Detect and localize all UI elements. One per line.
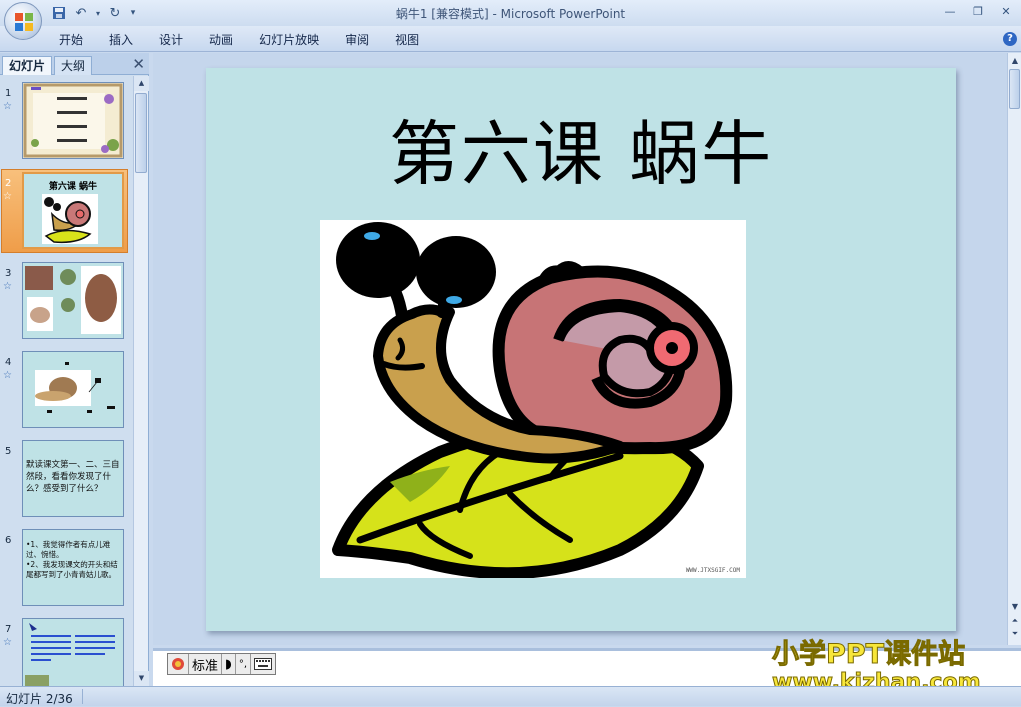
scrollbar-thumb[interactable] <box>1009 69 1020 109</box>
slide-number: 5 <box>5 446 12 457</box>
thumbnail-list: 1 ☆ 2 ☆ 第六课 蜗牛 3 ☆ 4 ☆ 5 默读课文第一、二、三自然段，看… <box>0 76 134 686</box>
slide-number: 4 <box>5 357 12 368</box>
slide-number: 2 <box>5 178 12 189</box>
tab-home[interactable]: 开始 <box>46 31 96 49</box>
tab-slideshow[interactable]: 幻灯片放映 <box>246 31 332 49</box>
scrollbar-thumb[interactable] <box>135 93 147 173</box>
close-icon[interactable]: ✕ <box>132 55 145 73</box>
status-bar: 幻灯片 2/36 <box>0 686 1021 706</box>
slides-panel: 幻灯片 大纲 ✕ 1 ☆ 2 ☆ 第六课 蜗牛 3 ☆ 4 ☆ 5 默读课文第一… <box>0 53 149 686</box>
current-slide[interactable]: 第六课 蜗牛 WWW.JTXSGIF.COM <box>206 68 956 631</box>
slide-preview <box>22 351 124 428</box>
snail-picture[interactable]: WWW.JTXSGIF.COM <box>320 220 746 580</box>
slide-preview: 默读课文第一、二、三自然段，看看你发现了什么？感受到了什么？ <box>22 440 124 517</box>
scroll-down-icon[interactable]: ▼ <box>134 671 149 686</box>
tab-review[interactable]: 审阅 <box>332 31 382 49</box>
title-bar: ↶ ▾ ↻ ▾ 蜗牛1 [兼容模式] - Microsoft PowerPoin… <box>0 0 1021 26</box>
office-logo-icon <box>15 13 33 31</box>
ime-logo-icon[interactable] <box>168 654 189 674</box>
animation-star-icon: ☆ <box>3 637 12 648</box>
image-watermark: WWW.JTXSGIF.COM <box>685 567 740 574</box>
ribbon-tabs: 开始 插入 设计 动画 幻灯片放映 审阅 视图 <box>46 31 432 49</box>
scroll-up-icon[interactable]: ▲ <box>134 76 149 91</box>
panel-tabs: 幻灯片 大纲 ✕ <box>0 53 149 75</box>
slide-number: 6 <box>5 535 12 546</box>
close-icon[interactable]: ✕ <box>993 3 1019 19</box>
tab-view[interactable]: 视图 <box>382 31 432 49</box>
slide-preview: •1、我觉得作者有点儿难过、惋惜。 •2、我发现课文的开头和结尾都写到了小青青姑… <box>22 529 124 606</box>
half-width-icon[interactable]: ◗ <box>222 654 236 674</box>
status-divider <box>82 689 83 704</box>
slide-scrollbar[interactable]: ▲ ▼ ⏶ ⏷ <box>1007 53 1021 645</box>
slide-preview <box>22 82 124 159</box>
ime-toolbar: 标准 ◗ °, <box>167 653 277 675</box>
ime-mode-label[interactable]: 标准 <box>189 654 223 674</box>
office-button[interactable] <box>4 2 42 40</box>
window-controls: — ❐ ✕ <box>937 3 1019 19</box>
animation-star-icon: ☆ <box>3 281 12 292</box>
next-slide-icon[interactable]: ⏷ <box>1009 628 1021 640</box>
punctuation-icon[interactable]: °, <box>236 654 252 674</box>
slide-preview <box>22 262 124 339</box>
scroll-up-icon[interactable]: ▲ <box>1009 55 1021 67</box>
slide-editing-area: 第六课 蜗牛 WWW.JTXSGIF.COM <box>153 53 1007 645</box>
animation-star-icon: ☆ <box>3 191 12 202</box>
slide-number: 7 <box>5 624 12 635</box>
ribbon: 开始 插入 设计 动画 幻灯片放映 审阅 视图 ? <box>0 26 1021 52</box>
minimize-icon[interactable]: — <box>937 3 963 19</box>
restore-icon[interactable]: ❐ <box>965 3 991 19</box>
soft-keyboard-icon[interactable] <box>251 654 275 674</box>
thumbnail-text: 默读课文第一、二、三自然段，看看你发现了什么？感受到了什么？ <box>26 460 120 494</box>
slide-number: 1 <box>5 88 12 99</box>
scroll-down-icon[interactable]: ▼ <box>1009 601 1021 613</box>
thumbnail-text: •1、我觉得作者有点儿难过、惋惜。 •2、我发现课文的开头和结尾都写到了小青青姑… <box>26 540 118 579</box>
tab-animations[interactable]: 动画 <box>196 31 246 49</box>
slide-preview <box>22 618 124 686</box>
tab-slides[interactable]: 幻灯片 <box>2 56 53 75</box>
slide-indicator: 幻灯片 2/36 <box>6 692 73 706</box>
animation-star-icon: ☆ <box>3 370 12 381</box>
window-title: 蜗牛1 [兼容模式] - Microsoft PowerPoint <box>395 7 626 21</box>
watermark-site-name: 小学PPT课件站 <box>772 639 966 670</box>
previous-slide-icon[interactable]: ⏶ <box>1009 615 1021 627</box>
animation-star-icon: ☆ <box>3 101 12 112</box>
panel-scrollbar[interactable]: ▲ ▼ <box>133 76 149 686</box>
slide-title[interactable]: 第六课 蜗牛 <box>206 98 956 199</box>
help-icon[interactable]: ? <box>1003 32 1017 46</box>
tab-insert[interactable]: 插入 <box>96 31 146 49</box>
tab-outline[interactable]: 大纲 <box>54 56 93 75</box>
tab-design[interactable]: 设计 <box>146 31 196 49</box>
slide-number: 3 <box>5 268 12 279</box>
snail-illustration <box>332 222 733 580</box>
slide-preview: 第六课 蜗牛 <box>22 172 124 249</box>
